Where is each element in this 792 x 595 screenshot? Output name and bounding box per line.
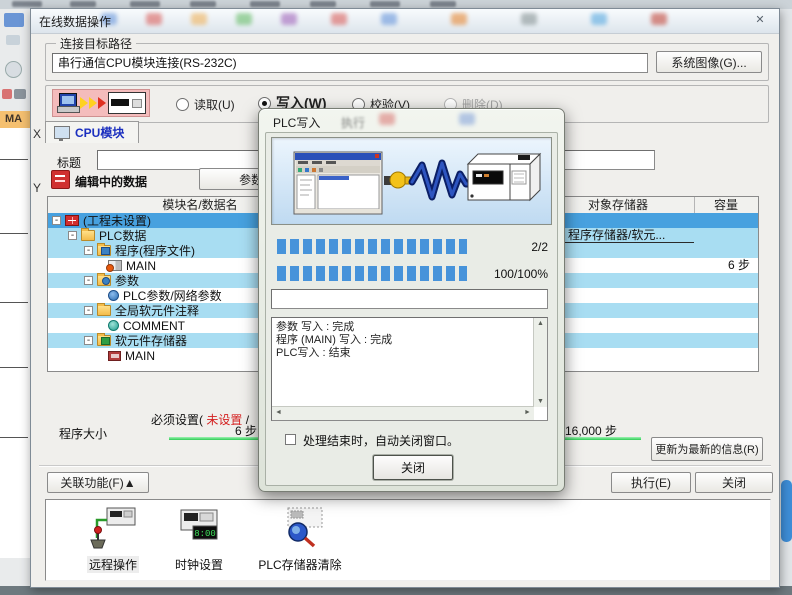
tree-collapse-icon[interactable]: - — [84, 306, 93, 315]
background-tab: MA — [0, 111, 30, 128]
log-line: 程序 (MAIN) 写入 : 完成 — [276, 334, 531, 347]
shortcut-label: 远程操作 — [87, 556, 139, 573]
related-functions-panel: 远程操作 8:00 时钟设置 — [45, 499, 771, 581]
device-memory-folder-icon — [97, 335, 111, 346]
scroll-up-icon[interactable]: ▲ — [534, 318, 547, 329]
required-prefix: 必须设置( — [151, 413, 203, 427]
tree-collapse-icon[interactable]: - — [84, 276, 93, 285]
related-functions-button[interactable]: 关联功能(F)▲ — [47, 472, 149, 493]
scroll-down-icon[interactable]: ▼ — [534, 396, 547, 407]
connection-target-group: 连接目标路径 串行通信CPU模块连接(RS-232C) 系统图像(G)... — [45, 43, 769, 81]
tree-node-label: PLC参数/网络参数 — [123, 288, 222, 303]
current-item-field — [271, 289, 548, 309]
comment-folder-icon — [97, 305, 111, 316]
vertical-scrollbar[interactable]: ▲ ▼ — [533, 318, 547, 407]
tab-cpu-module[interactable]: CPU模块 — [45, 121, 139, 143]
monitor-icon — [54, 126, 70, 139]
cell-capacity — [694, 288, 758, 303]
auto-close-label: 处理结束时，自动关闭窗口。 — [303, 432, 459, 449]
title-field-label: 标题 — [57, 154, 81, 171]
tree-collapse-icon[interactable]: - — [52, 216, 61, 225]
radio-read[interactable]: 读取(U) — [176, 96, 235, 113]
tree-node-label: MAIN — [125, 349, 155, 363]
device-memory-main-icon — [108, 351, 121, 361]
connection-path-field[interactable]: 串行通信CPU模块连接(RS-232C) — [52, 53, 648, 73]
parameter-folder-icon — [97, 275, 111, 286]
cell-capacity — [694, 273, 758, 288]
cell-capacity — [694, 333, 758, 348]
log-line: 参数 写入 : 完成 — [276, 321, 531, 334]
connection-target-label: 连接目标路径 — [56, 35, 136, 52]
plc-parameter-icon — [108, 290, 119, 301]
tree-node-label: (工程未设置) — [83, 213, 151, 228]
background-scroll-thumb — [781, 480, 792, 542]
system-image-button[interactable]: 系统图像(G)... — [656, 51, 762, 73]
cell-capacity — [694, 318, 758, 333]
comment-icon — [108, 320, 119, 331]
tab-cpu-module-label: CPU模块 — [75, 124, 124, 141]
shortcut-plc-memory-clear[interactable]: PLC存储器清除 — [230, 506, 370, 573]
cell-capacity — [694, 228, 758, 243]
svg-text:8:00: 8:00 — [194, 529, 216, 539]
plc-write-title: PLC写入 — [273, 114, 320, 131]
scroll-left-icon[interactable]: ◄ — [272, 407, 285, 418]
plc-write-dialog: PLC写入 执行 — [258, 108, 565, 492]
tree-node-label: 参数 — [115, 273, 139, 288]
col-capacity-header: 容量 — [694, 197, 758, 213]
total-size-value: 16,000 步 — [565, 422, 617, 439]
plc-data-folder-icon — [81, 230, 95, 241]
write-log-box[interactable]: 参数 写入 : 完成 程序 (MAIN) 写入 : 完成 PLC写入 : 结束 … — [271, 317, 548, 421]
tree-node-label: 全局软元件注释 — [115, 303, 199, 318]
main-dialog-titlebar[interactable]: 在线数据操作 ✕ — [31, 9, 779, 34]
tree-collapse-icon[interactable]: - — [84, 336, 93, 345]
close-button[interactable]: 关闭 — [695, 472, 773, 493]
transfer-illustration — [271, 137, 552, 225]
shortcut-label: PLC存储器清除 — [256, 556, 343, 573]
tree-node-label: 程序(程序文件) — [115, 243, 195, 258]
tree-collapse-icon[interactable]: - — [68, 231, 77, 240]
editing-data-icon — [51, 170, 70, 189]
main-dialog-title: 在线数据操作 — [39, 13, 111, 30]
program-file-icon — [108, 260, 122, 271]
tree-node-label: 软元件存储器 — [115, 333, 187, 348]
background-x-label: X — [33, 127, 41, 141]
remote-operation-icon — [87, 506, 139, 550]
tree-node-label: PLC数据 — [99, 228, 146, 243]
clock-setting-icon: 8:00 — [173, 506, 225, 550]
progress-bar-percent — [277, 266, 467, 281]
cell-capacity — [694, 303, 758, 318]
progress-files-value: 2/2 — [531, 240, 548, 254]
tree-node-label: COMMENT — [123, 319, 185, 333]
pc-to-plc-transfer-icon — [52, 89, 150, 117]
tree-node-label: MAIN — [126, 259, 156, 273]
screen: MA X Y 在线数据操作 ✕ 连接目标路径 串行通信 — [0, 0, 792, 595]
project-icon — [65, 215, 79, 226]
shortcut-label: 时钟设置 — [173, 556, 225, 573]
log-line: PLC写入 : 结束 — [276, 347, 531, 360]
close-icon[interactable]: ✕ — [751, 12, 769, 28]
scroll-right-icon[interactable]: ► — [521, 407, 534, 418]
tree-collapse-icon[interactable]: - — [84, 246, 93, 255]
cell-capacity — [694, 243, 758, 258]
cell-capacity — [694, 348, 758, 363]
cell-capacity — [694, 213, 758, 228]
cell-capacity: 6 步 — [694, 258, 758, 273]
progress-percent-value: 100/100% — [494, 267, 548, 281]
background-y-label: Y — [33, 181, 41, 195]
program-folder-icon — [97, 245, 111, 256]
radio-read-label: 读取(U) — [194, 96, 235, 113]
execute-button[interactable]: 执行(E) — [611, 472, 691, 493]
auto-close-checkbox[interactable] — [285, 434, 296, 445]
program-size-label: 程序大小 — [59, 425, 107, 442]
glass-ghost-text: 执行 — [341, 114, 365, 131]
editing-data-label: 编辑中的数据 — [75, 173, 147, 190]
background-ladder-editor — [0, 128, 31, 558]
plc-write-close-button[interactable]: 关闭 — [373, 455, 453, 480]
refresh-info-button[interactable]: 更新为最新的信息(R) — [651, 437, 763, 461]
plc-memory-clear-icon — [272, 506, 328, 550]
horizontal-scrollbar[interactable]: ◄ ► — [272, 406, 534, 420]
progress-bar-files — [277, 239, 467, 254]
